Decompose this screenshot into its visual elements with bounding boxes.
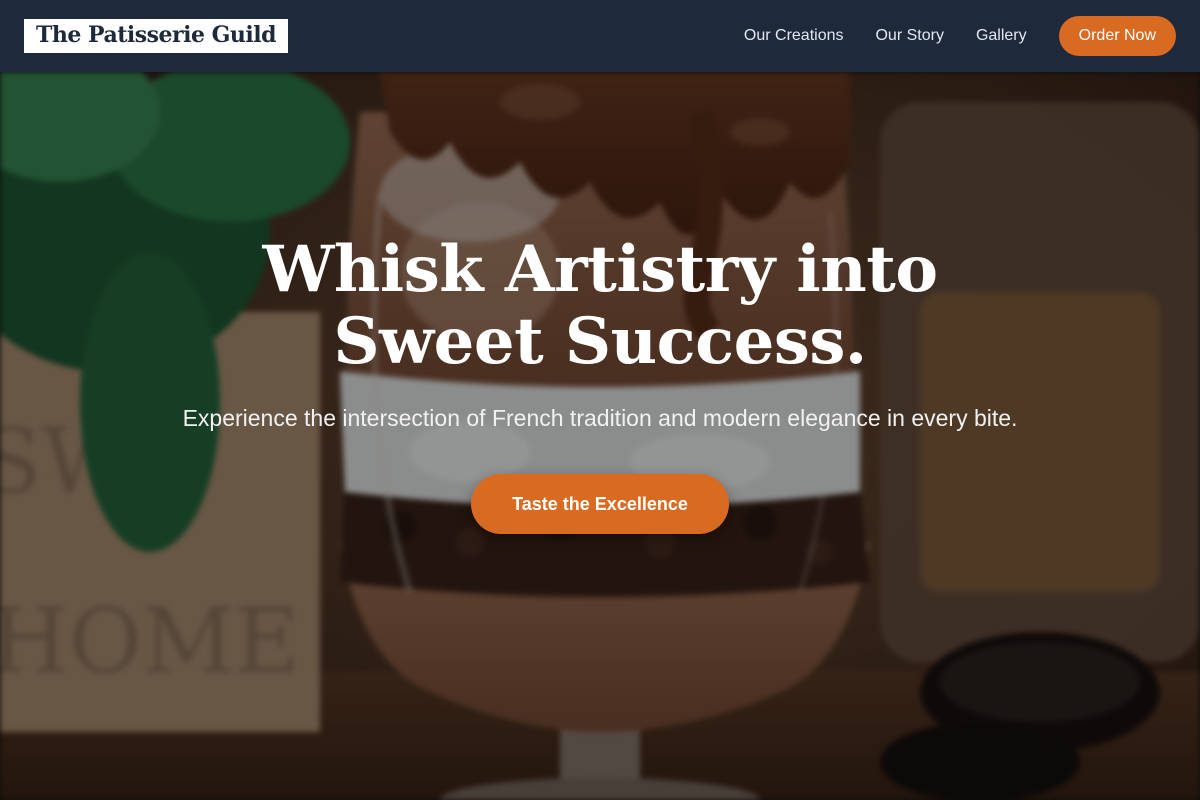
hero-content: Whisk Artistry into Sweet Success. Exper… — [0, 72, 1200, 800]
top-navbar: The Patisserie Guild Our Creations Our S… — [0, 0, 1200, 72]
brand-logo[interactable]: The Patisserie Guild — [24, 19, 289, 53]
landing-page: The Patisserie Guild Our Creations Our S… — [0, 0, 1200, 800]
nav-link-our-story[interactable]: Our Story — [875, 27, 943, 45]
hero-section: SWE HOME — [0, 72, 1200, 800]
nav-link-gallery[interactable]: Gallery — [976, 27, 1027, 45]
order-now-button[interactable]: Order Now — [1058, 16, 1176, 56]
hero-title: Whisk Artistry into Sweet Success. — [262, 232, 939, 379]
main-nav: Our Creations Our Story Gallery Order No… — [744, 16, 1176, 56]
nav-link-our-creations[interactable]: Our Creations — [744, 27, 844, 45]
taste-excellence-button[interactable]: Taste the Excellence — [471, 474, 729, 534]
hero-subtitle: Experience the intersection of French tr… — [182, 405, 1018, 431]
